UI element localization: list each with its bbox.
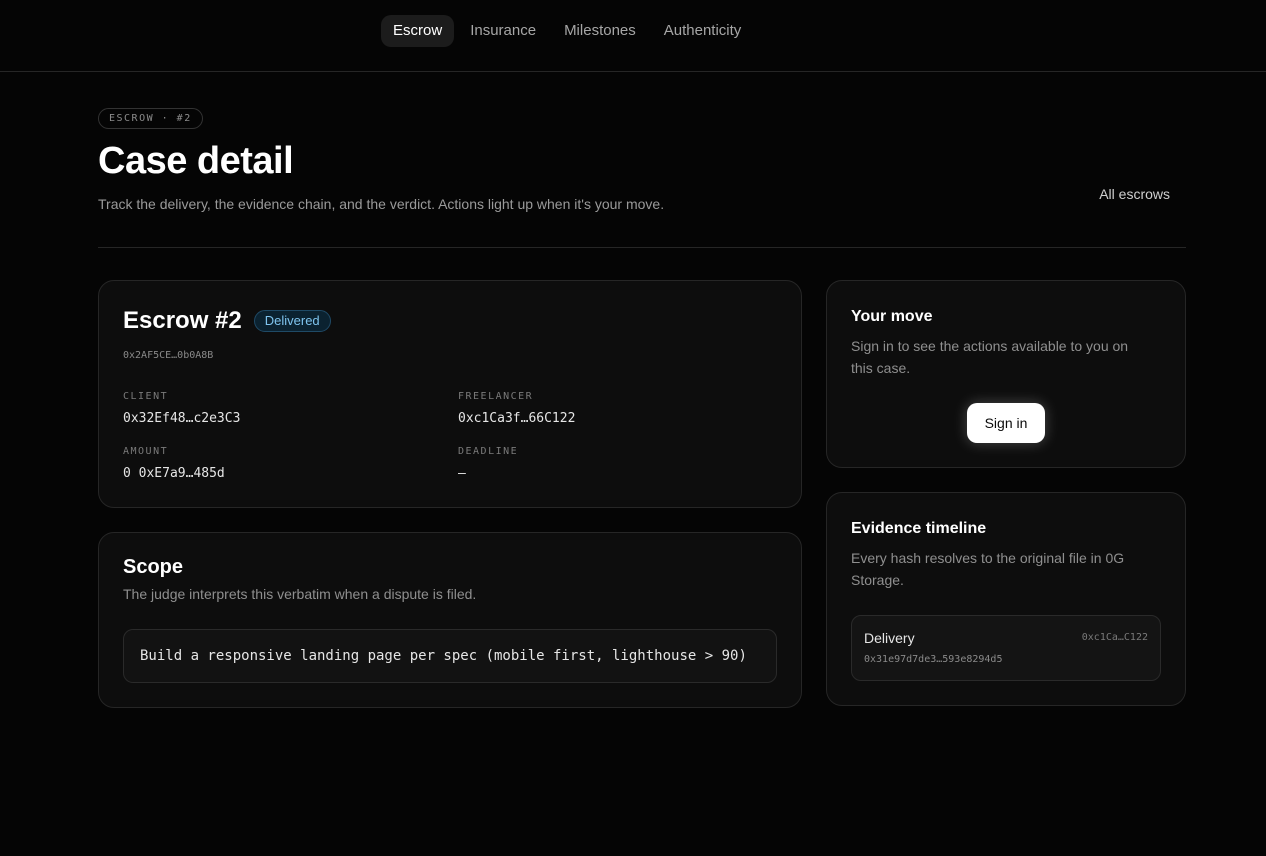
nav-tabs: Escrow Insurance Milestones Authenticity <box>381 15 753 47</box>
evidence-item-hash[interactable]: 0x31e97d7de3…593e8294d5 <box>864 654 1002 665</box>
deadline-label: DEADLINE <box>458 446 519 457</box>
client-label: CLIENT <box>123 391 169 402</box>
evidence-title: Evidence timeline <box>851 520 987 537</box>
tab-milestones[interactable]: Milestones <box>552 15 648 47</box>
your-move-title: Your move <box>851 308 933 325</box>
evidence-item[interactable]: Delivery 0xc1Ca…C122 0x31e97d7de3…593e82… <box>851 615 1161 681</box>
escrow-header: Escrow #2 Delivered <box>123 307 331 335</box>
amount-label: AMOUNT <box>123 446 169 457</box>
status-badge: Delivered <box>253 310 331 332</box>
page-subtitle: Track the delivery, the evidence chain, … <box>98 196 665 212</box>
escrow-address: 0x2AF5CE…0b0A8B <box>123 350 214 361</box>
escrow-title: Escrow #2 <box>123 307 242 334</box>
client-value: 0x32Ef48…c2e3C3 <box>123 411 241 426</box>
evidence-card: Evidence timeline Every hash resolves to… <box>826 492 1186 706</box>
all-escrows-link[interactable]: All escrows <box>1099 186 1170 202</box>
tab-authenticity[interactable]: Authenticity <box>652 15 754 47</box>
scope-text: Build a responsive landing page per spec… <box>123 629 777 683</box>
freelancer-label: FREELANCER <box>458 391 534 402</box>
deadline-value: — <box>458 466 466 481</box>
sign-in-button[interactable]: Sign in <box>967 403 1045 443</box>
page-title: Case detail <box>98 140 294 182</box>
header-divider <box>98 247 1186 248</box>
evidence-description: Every hash resolves to the original file… <box>851 550 1125 588</box>
evidence-item-label: Delivery <box>864 630 915 646</box>
section-badge: ESCROW · #2 <box>98 108 203 129</box>
tab-insurance[interactable]: Insurance <box>458 15 548 47</box>
evidence-item-actor: 0xc1Ca…C122 <box>1081 632 1148 643</box>
your-move-card: Your move Sign in to see the actions ava… <box>826 280 1186 468</box>
amount-value: 0 0xE7a9…485d <box>123 466 225 481</box>
scope-description: The judge interprets this verbatim when … <box>123 586 477 602</box>
freelancer-value: 0xc1Ca3f…66C122 <box>458 411 576 426</box>
tab-escrow[interactable]: Escrow <box>381 15 455 47</box>
top-navigation: Escrow Insurance Milestones Authenticity <box>0 0 1266 72</box>
escrow-card: Escrow #2 Delivered 0x2AF5CE…0b0A8B CLIE… <box>98 280 802 508</box>
your-move-description: Sign in to see the actions available to … <box>851 338 1129 376</box>
scope-title: Scope <box>123 556 184 578</box>
scope-card: Scope The judge interprets this verbatim… <box>98 532 802 708</box>
